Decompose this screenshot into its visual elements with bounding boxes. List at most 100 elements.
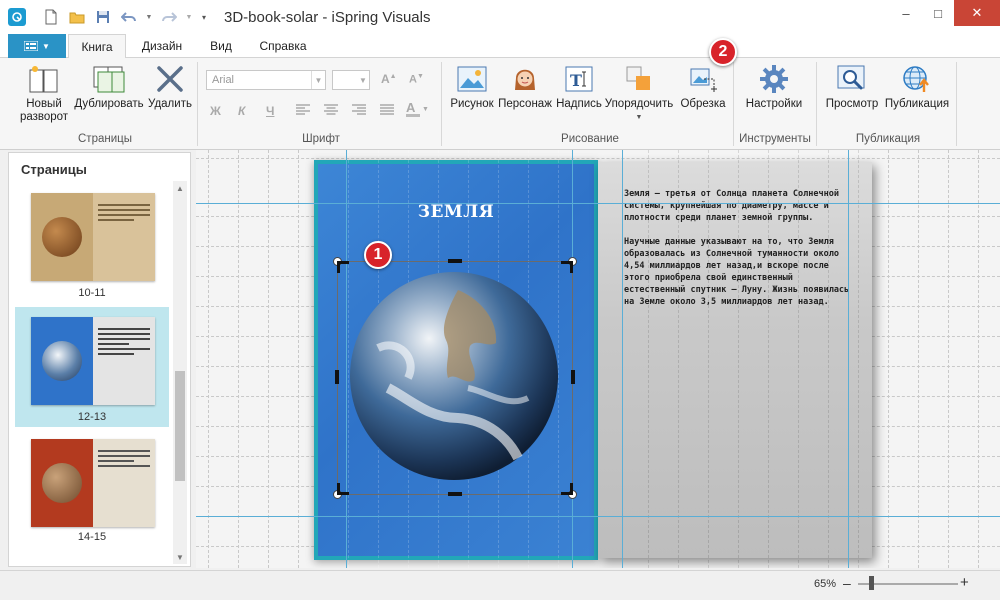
thumbnail-image: [31, 317, 155, 405]
pages-panel: Страницы 10-11 12-13 14-15 ▲ ▼: [8, 152, 191, 567]
window-title: 3D-book-solar - iSpring Visuals: [224, 8, 431, 26]
character-icon: [507, 62, 543, 96]
crop-handle[interactable]: [337, 261, 349, 273]
chevron-down-icon: ▼: [359, 75, 367, 85]
new-file-icon[interactable]: [40, 7, 62, 27]
editing-canvas[interactable]: ЗЕМЛЯ Земля — третья от Солнца планета С…: [196, 150, 1000, 568]
text-caption-icon: T: [561, 62, 597, 96]
preview-button[interactable]: Просмотр: [822, 62, 882, 111]
page-thumbnail-12-13[interactable]: 12-13: [15, 307, 169, 427]
chevron-down-icon: ▼: [635, 114, 643, 121]
tab-book[interactable]: Книга: [68, 34, 126, 59]
new-spread-button[interactable]: Новый разворот: [12, 62, 76, 124]
publish-label: Публикация: [884, 98, 950, 110]
undo-dropdown-icon[interactable]: ▼: [144, 7, 154, 27]
quick-access-toolbar: ▼ ▼ ▾: [40, 7, 210, 27]
menu-icon: [24, 41, 39, 51]
scrollbar-thumb[interactable]: [175, 371, 185, 481]
zoom-out-button[interactable]: –: [843, 575, 851, 591]
right-book-page[interactable]: Земля — третья от Солнца планета Солнечн…: [598, 162, 872, 558]
maximize-button[interactable]: □: [922, 0, 954, 26]
character-label: Персонаж: [498, 98, 552, 110]
customize-toolbar-icon[interactable]: ▾: [198, 7, 210, 27]
crop-handle[interactable]: [561, 261, 573, 273]
zoom-in-button[interactable]: +: [960, 574, 969, 591]
font-name-select[interactable]: Arial ▼: [206, 70, 326, 90]
file-menu-button[interactable]: ▼: [8, 34, 66, 58]
italic-button[interactable]: К: [238, 104, 245, 118]
redo-icon[interactable]: [158, 7, 180, 27]
font-color-icon[interactable]: A: [406, 100, 420, 117]
tab-help[interactable]: Справка: [250, 34, 316, 58]
crop-handle[interactable]: [571, 370, 575, 384]
arrange-button[interactable]: Упорядочить ▼: [602, 62, 676, 124]
crop-handle[interactable]: [337, 483, 349, 495]
page-thumbnail-14-15[interactable]: 14-15: [15, 431, 169, 551]
undo-icon[interactable]: [118, 7, 140, 27]
duplicate-button[interactable]: Дублировать: [72, 62, 146, 111]
guide-line[interactable]: [196, 203, 1000, 204]
character-button[interactable]: Персонаж: [496, 62, 554, 111]
picture-button[interactable]: Рисунок: [446, 62, 498, 111]
page-title[interactable]: ЗЕМЛЯ: [318, 202, 594, 222]
redo-dropdown-icon[interactable]: ▼: [184, 7, 194, 27]
publish-button[interactable]: Публикация: [882, 62, 952, 111]
guide-line[interactable]: [196, 516, 1000, 517]
status-bar: 65% – +: [0, 570, 1000, 600]
caption-button[interactable]: T Надпись: [554, 62, 604, 111]
tab-design[interactable]: Дизайн: [132, 34, 192, 58]
arrange-label: Упорядочить: [604, 98, 674, 110]
crop-handle[interactable]: [448, 492, 462, 496]
crop-handle[interactable]: [561, 483, 573, 495]
align-center-icon[interactable]: [324, 104, 338, 119]
grid-line: [888, 150, 889, 568]
delete-label: Удалить: [148, 98, 192, 110]
grid-line: [768, 150, 769, 568]
grid-line: [298, 150, 299, 568]
pages-scrollbar[interactable]: ▲ ▼: [173, 181, 187, 564]
delete-button[interactable]: Удалить: [146, 62, 194, 111]
bold-button[interactable]: Ж: [210, 104, 221, 118]
ribbon-separator: [441, 62, 442, 146]
open-folder-icon[interactable]: [66, 7, 88, 27]
new-spread-label: Новый разворот: [19, 98, 69, 123]
tab-view[interactable]: Вид: [196, 34, 246, 58]
page-thumbnail-10-11[interactable]: 10-11: [15, 183, 169, 303]
align-left-icon[interactable]: [296, 104, 310, 119]
selection-frame[interactable]: [337, 261, 573, 495]
save-icon[interactable]: [92, 7, 114, 27]
zoom-slider-thumb[interactable]: [869, 576, 874, 590]
settings-button[interactable]: Настройки: [742, 62, 806, 111]
chevron-down-icon[interactable]: ▼: [422, 106, 429, 113]
caption-label: Надпись: [556, 98, 602, 110]
publish-group-label: Публикация: [855, 133, 921, 145]
font-name-value: Arial: [212, 74, 235, 86]
crop-handle[interactable]: [335, 370, 339, 384]
crop-button[interactable]: Обрезка: [678, 62, 728, 111]
grid-line: [268, 150, 269, 568]
preview-icon: [834, 62, 870, 96]
justify-icon[interactable]: [380, 104, 394, 119]
crop-handle[interactable]: [448, 259, 462, 263]
underline-button[interactable]: Ч: [266, 104, 274, 118]
grid-line: [978, 150, 979, 568]
thumbnail-label: 14-15: [77, 531, 107, 543]
thumbnail-label: 10-11: [78, 287, 106, 299]
close-button[interactable]: ✕: [954, 0, 1000, 26]
scroll-up-icon[interactable]: ▲: [173, 181, 187, 195]
font-size-select[interactable]: ▼: [332, 70, 370, 90]
guide-line[interactable]: [622, 150, 623, 568]
ribbon-separator: [956, 62, 957, 146]
guide-line[interactable]: [848, 150, 849, 568]
align-right-icon[interactable]: [352, 104, 366, 119]
pages-group-label: Страницы: [78, 133, 132, 145]
grid-line: [678, 150, 679, 568]
minimize-button[interactable]: –: [890, 0, 922, 26]
shrink-font-icon[interactable]: A▼: [409, 73, 424, 86]
ribbon-tabs: ▼ Книга Дизайн Вид Справка: [0, 34, 1000, 59]
draw-group-label: Рисование: [561, 133, 619, 145]
scroll-down-icon[interactable]: ▼: [173, 550, 187, 564]
gear-icon: [756, 62, 792, 96]
grid-line: [738, 150, 739, 568]
grow-font-icon[interactable]: A▲: [381, 72, 397, 86]
